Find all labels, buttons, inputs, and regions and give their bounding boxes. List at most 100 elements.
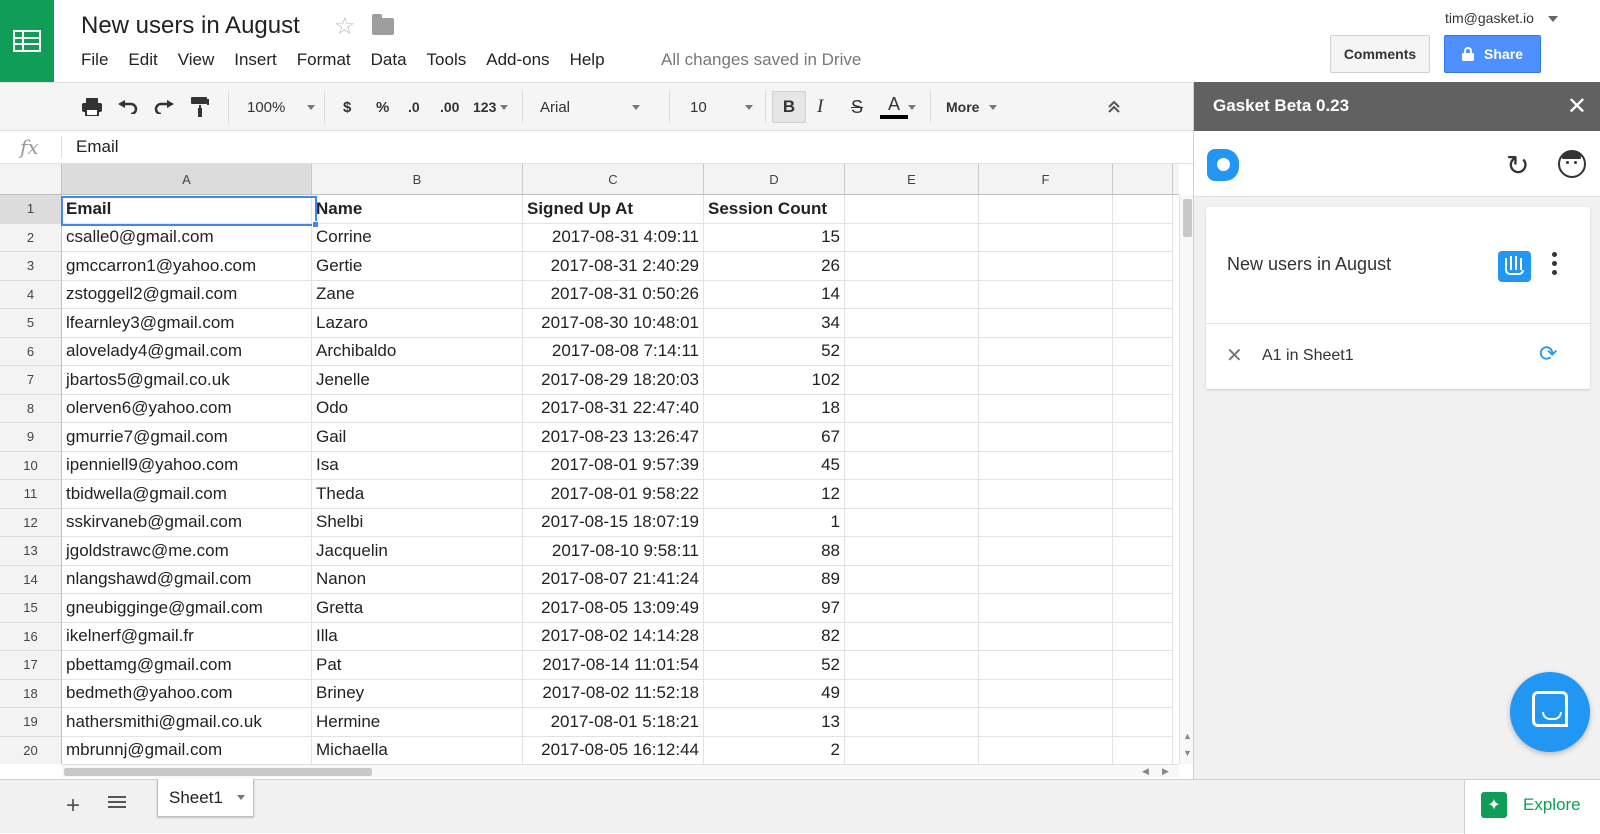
cell[interactable]: 12 [704,480,845,509]
column-header-c[interactable]: C [523,164,704,194]
cell[interactable] [845,622,979,651]
cell[interactable] [1113,480,1173,509]
vertical-scrollbar[interactable]: ▲ ▼ [1179,195,1193,764]
cell[interactable] [845,508,979,537]
cell[interactable] [979,423,1113,452]
cell[interactable]: mbrunnj@gmail.com [62,736,312,764]
select-all-corner[interactable] [0,164,62,194]
cell[interactable] [845,594,979,623]
row-header[interactable]: 12 [0,508,62,537]
chevron-down-icon[interactable] [908,83,916,131]
cell[interactable] [979,594,1113,623]
bold-button[interactable]: B [772,91,806,123]
cell[interactable] [979,337,1113,366]
fill-handle[interactable] [312,221,319,228]
cell[interactable]: 89 [704,565,845,594]
menu-file[interactable]: File [81,50,108,70]
cell[interactable]: 2017-08-01 9:57:39 [523,451,704,480]
row-header[interactable]: 20 [0,736,62,764]
horizontal-scrollbar[interactable]: ◀ ▶ [62,764,1179,778]
cell[interactable]: bedmeth@yahoo.com [62,679,312,708]
row-header[interactable]: 10 [0,451,62,480]
cell[interactable] [845,195,979,224]
row-header[interactable]: 2 [0,223,62,252]
sheet-tab[interactable]: Sheet1 [157,779,254,817]
row-header[interactable]: 13 [0,537,62,566]
more-vert-icon[interactable] [1552,252,1558,280]
cell[interactable] [1113,508,1173,537]
document-title[interactable]: New users in August [81,12,300,40]
cell[interactable]: 2017-08-05 16:12:44 [523,736,704,764]
menu-data[interactable]: Data [371,50,407,70]
row-header[interactable]: 5 [0,309,62,338]
row-header[interactable]: 9 [0,423,62,452]
cell[interactable] [845,451,979,480]
cell[interactable]: Corrine [312,223,523,252]
cell[interactable] [845,223,979,252]
cell[interactable]: Signed Up At [523,195,704,224]
redo-icon[interactable] [154,83,174,131]
intercom-icon[interactable] [1498,251,1531,282]
cell[interactable] [1113,337,1173,366]
cell[interactable] [1113,651,1173,680]
cell[interactable] [1113,679,1173,708]
cell[interactable] [1113,537,1173,566]
cell[interactable] [845,537,979,566]
scroll-right-arrow-icon[interactable]: ▶ [1162,766,1169,777]
column-header-e[interactable]: E [845,164,979,194]
italic-button[interactable]: I [817,83,823,131]
cell[interactable]: 2017-08-31 2:40:29 [523,252,704,281]
row-header[interactable]: 6 [0,337,62,366]
strikethrough-button[interactable]: S [851,83,863,131]
chat-launcher-button[interactable] [1510,672,1590,752]
font-select[interactable]: Arial [540,83,641,131]
cell[interactable]: gmurrie7@gmail.com [62,423,312,452]
row-header[interactable]: 18 [0,679,62,708]
cell[interactable]: alovelady4@gmail.com [62,337,312,366]
cell[interactable] [979,394,1113,423]
row-header[interactable]: 17 [0,651,62,680]
cell[interactable]: Nanon [312,565,523,594]
cell[interactable]: 2017-08-02 11:52:18 [523,679,704,708]
cell[interactable] [845,651,979,680]
cell[interactable] [1113,309,1173,338]
cell[interactable] [845,337,979,366]
chevron-down-icon[interactable] [236,795,245,800]
cell[interactable] [1113,280,1173,309]
cell[interactable] [979,565,1113,594]
cell[interactable]: Gretta [312,594,523,623]
cell[interactable]: Session Count [704,195,845,224]
cell[interactable]: gneubigginge@gmail.com [62,594,312,623]
cell[interactable]: 2017-08-15 18:07:19 [523,508,704,537]
cell[interactable] [845,394,979,423]
cell[interactable]: 102 [704,366,845,395]
row-header[interactable]: 19 [0,708,62,737]
cell[interactable]: 2017-08-05 13:09:49 [523,594,704,623]
cell[interactable] [1113,708,1173,737]
cell[interactable] [845,252,979,281]
cell[interactable]: 2017-08-23 13:26:47 [523,423,704,452]
cell[interactable]: 1 [704,508,845,537]
cell[interactable]: 26 [704,252,845,281]
cell[interactable] [845,480,979,509]
cell[interactable]: 52 [704,337,845,366]
all-sheets-icon[interactable] [108,796,126,811]
more-button[interactable]: More [946,83,998,131]
formula-input[interactable]: Email [76,137,119,157]
cell[interactable] [979,451,1113,480]
cell[interactable]: pbettamg@gmail.com [62,651,312,680]
text-color-button[interactable]: A [880,83,908,131]
collapse-toolbar-icon[interactable] [1107,83,1121,131]
cell[interactable]: 34 [704,309,845,338]
cell[interactable]: 97 [704,594,845,623]
cell[interactable]: 2017-08-31 22:47:40 [523,394,704,423]
cell[interactable] [979,651,1113,680]
cell[interactable]: sskirvaneb@gmail.com [62,508,312,537]
menu-view[interactable]: View [178,50,215,70]
cell[interactable]: 2017-08-30 10:48:01 [523,309,704,338]
cell[interactable]: lfearnley3@gmail.com [62,309,312,338]
cell[interactable]: 2017-08-08 7:14:11 [523,337,704,366]
cell[interactable]: Gail [312,423,523,452]
cell[interactable]: 2017-08-01 5:18:21 [523,708,704,737]
scroll-up-arrow-icon[interactable]: ▲ [1183,731,1192,741]
